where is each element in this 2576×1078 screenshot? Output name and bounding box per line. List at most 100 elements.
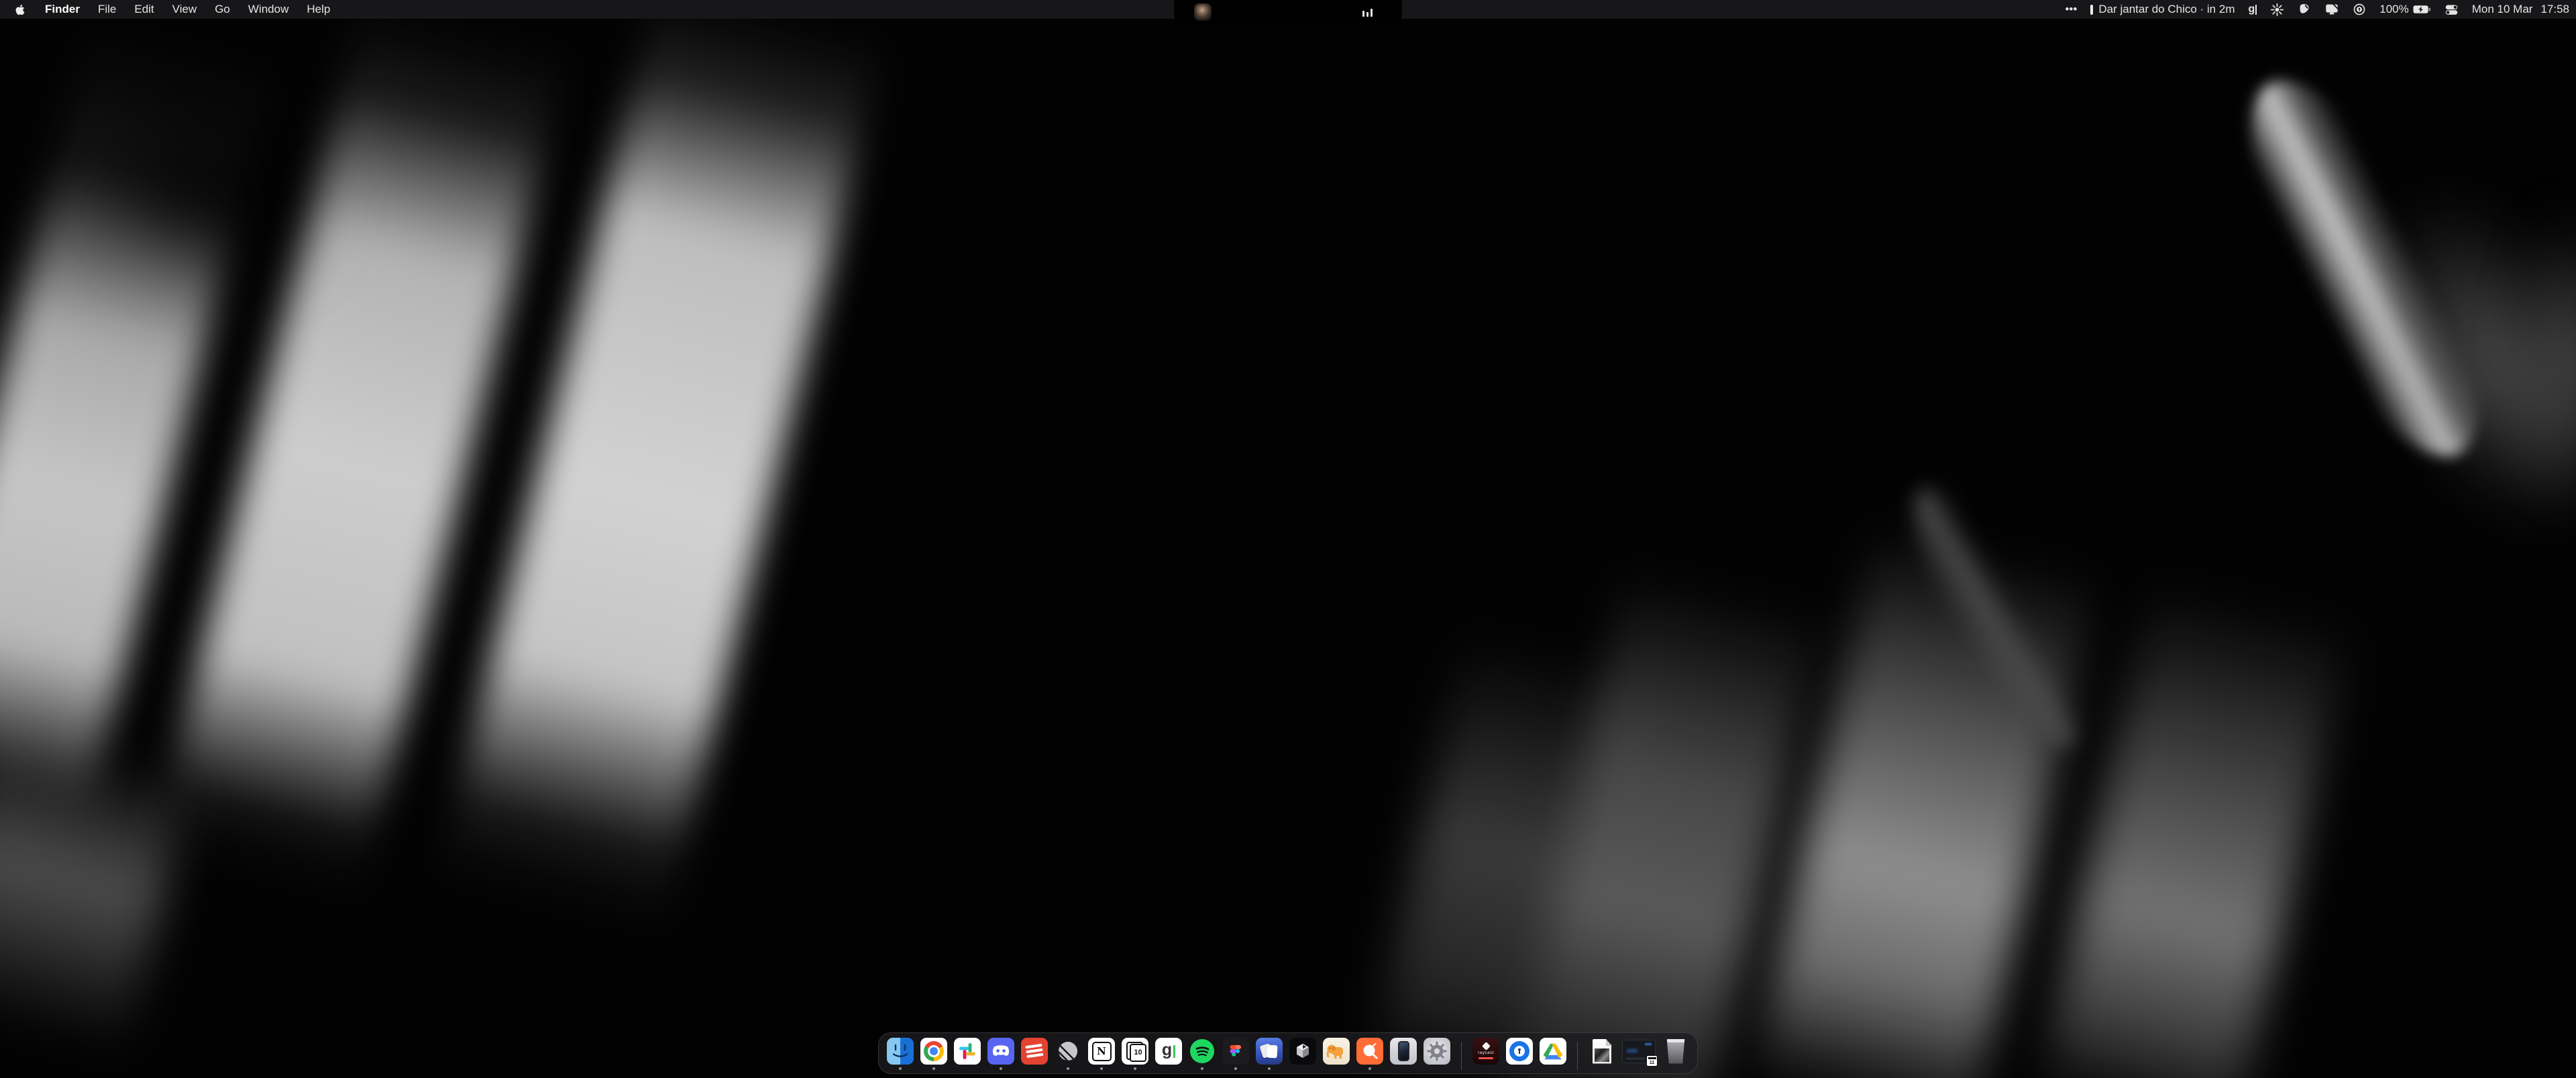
discord-logo-icon [987,1038,1014,1065]
menu-app-name[interactable]: Finder [45,3,80,16]
menu-go[interactable]: Go [215,3,230,16]
trash-rim [1667,1039,1685,1042]
document-thumbnail [1595,1048,1609,1062]
dock-item-trash[interactable] [1662,1038,1689,1070]
window-content-smudge [1626,1057,1645,1060]
menu-bar-left: Finder File Edit View Go Window Help [0,3,330,16]
running-indicator [1067,1067,1069,1070]
elephant-app-icon [1323,1038,1350,1065]
desktop: Finder File Edit View Go Window Help •••… [0,0,2576,1078]
control-center-menu-item[interactable] [2445,3,2459,17]
dock-item-postman[interactable] [1356,1038,1383,1070]
raycast-icon: raycast [1472,1038,1499,1065]
todoist-checks-icon [1021,1038,1048,1065]
dock-item-1password[interactable] [1506,1038,1533,1070]
running-indicator [899,1067,902,1070]
menu-bar-clock[interactable]: Mon 10 Mar 17:58 [2472,3,2569,16]
dock-item-raycast[interactable]: raycast [1472,1038,1499,1070]
granola-g-glyph: g [1162,1042,1172,1059]
trash-icon [1662,1038,1689,1065]
battery-status[interactable]: 100% [2379,3,2430,16]
display-menu-item[interactable] [2324,2,2339,17]
dock-item-spotify[interactable] [1189,1038,1216,1070]
spotify-circle [1190,1039,1214,1063]
menu-window[interactable]: Window [248,3,288,16]
battery-charging-icon [2413,5,2431,14]
menu-edit[interactable]: Edit [134,3,154,16]
gear-icon [1424,1038,1450,1065]
document-fold [1606,1039,1612,1046]
menu-view[interactable]: View [172,3,197,16]
dock-item-granola[interactable]: g [1155,1038,1182,1070]
dock-item-finder[interactable] [887,1038,914,1070]
document-file-icon [1589,1038,1615,1065]
raycast-red-bar [1479,1057,1493,1059]
pick-menu-item[interactable] [2298,3,2311,16]
todoist-icon [1021,1038,1048,1065]
dock-item-discord[interactable] [987,1038,1014,1070]
drive-triangle-icon [1541,1040,1565,1063]
linear-highlight [1059,1042,1077,1061]
dock-item-todoist[interactable] [1021,1038,1048,1070]
running-indicator [1134,1067,1136,1070]
menu-file[interactable]: File [98,3,116,16]
granola-menu-item[interactable]: g [2248,4,2257,15]
event-text: Dar jantar do Chico · in 2m [2098,3,2235,16]
dock-item-minimized-window[interactable]: 11 [1622,1038,1656,1070]
window-content-smudge [1627,1049,1638,1053]
1password-ring [1509,1041,1529,1061]
pick-icon [2298,3,2311,16]
dock-item-figma[interactable] [1222,1038,1249,1070]
dock-item-linear[interactable] [1055,1038,1081,1070]
dock-item-document[interactable] [1589,1038,1615,1070]
card-front [1267,1045,1278,1059]
running-indicator [1201,1067,1203,1070]
dock-separator [1577,1042,1578,1070]
elephant-icon [1323,1038,1350,1065]
figma-icon [1222,1038,1249,1065]
dock-item-blue-cards-app[interactable] [1256,1038,1283,1070]
spotify-icon [1189,1038,1216,1065]
dock-item-google-drive[interactable] [1540,1038,1566,1070]
notch-now-playing [1174,0,1402,24]
clock-time: 17:58 [2540,3,2569,16]
dock-item-slack[interactable] [954,1038,981,1070]
1password-menu-item[interactable] [2353,3,2366,16]
apple-menu[interactable] [15,3,25,16]
dock-item-notion[interactable]: N [1088,1038,1115,1070]
now-playing-album-art[interactable] [1194,3,1212,21]
menu-help[interactable]: Help [307,3,330,16]
trash-bin [1666,1039,1686,1064]
discord-icon [987,1038,1014,1065]
granola-cursor-icon [2255,5,2257,15]
event-bar-icon [2090,5,2093,15]
dock: N 10 g [878,1032,1698,1074]
dock-item-chrome[interactable] [920,1038,947,1070]
postman-icon [1356,1038,1383,1065]
running-indicator [1000,1067,1002,1070]
calendar-date-glyph: 10 [1134,1049,1142,1057]
running-indicator [1234,1067,1237,1070]
running-indicator [1268,1067,1271,1070]
blue-cards-app-icon [1256,1038,1283,1065]
dock-item-iphone-mirroring[interactable] [1390,1038,1417,1070]
dock-item-cube-app[interactable] [1289,1038,1316,1070]
brightness-menu-item[interactable] [2270,3,2284,17]
display-mirroring-icon [2324,2,2339,17]
dock-separator [1461,1042,1462,1070]
slack-icon [954,1038,981,1065]
dock-item-system-settings[interactable] [1424,1038,1450,1070]
status-overflow-ellipsis[interactable]: ••• [2065,3,2077,16]
badge-date-glyph: 11 [1650,1061,1654,1065]
next-event-item[interactable]: Dar jantar do Chico · in 2m [2090,3,2235,16]
notion-cube: N [1092,1042,1112,1061]
notion-calendar-icon: 10 [1122,1038,1148,1065]
wallpaper [0,0,2576,1078]
cube-app-icon [1289,1038,1316,1065]
dock-item-elephant-app[interactable] [1323,1038,1350,1070]
running-indicator [1100,1067,1103,1070]
dock-item-notion-calendar[interactable]: 10 [1122,1038,1148,1070]
slack-pinwheel-icon [954,1038,981,1065]
clock-date: Mon 10 Mar [2472,3,2533,16]
1password-icon [2353,3,2366,16]
